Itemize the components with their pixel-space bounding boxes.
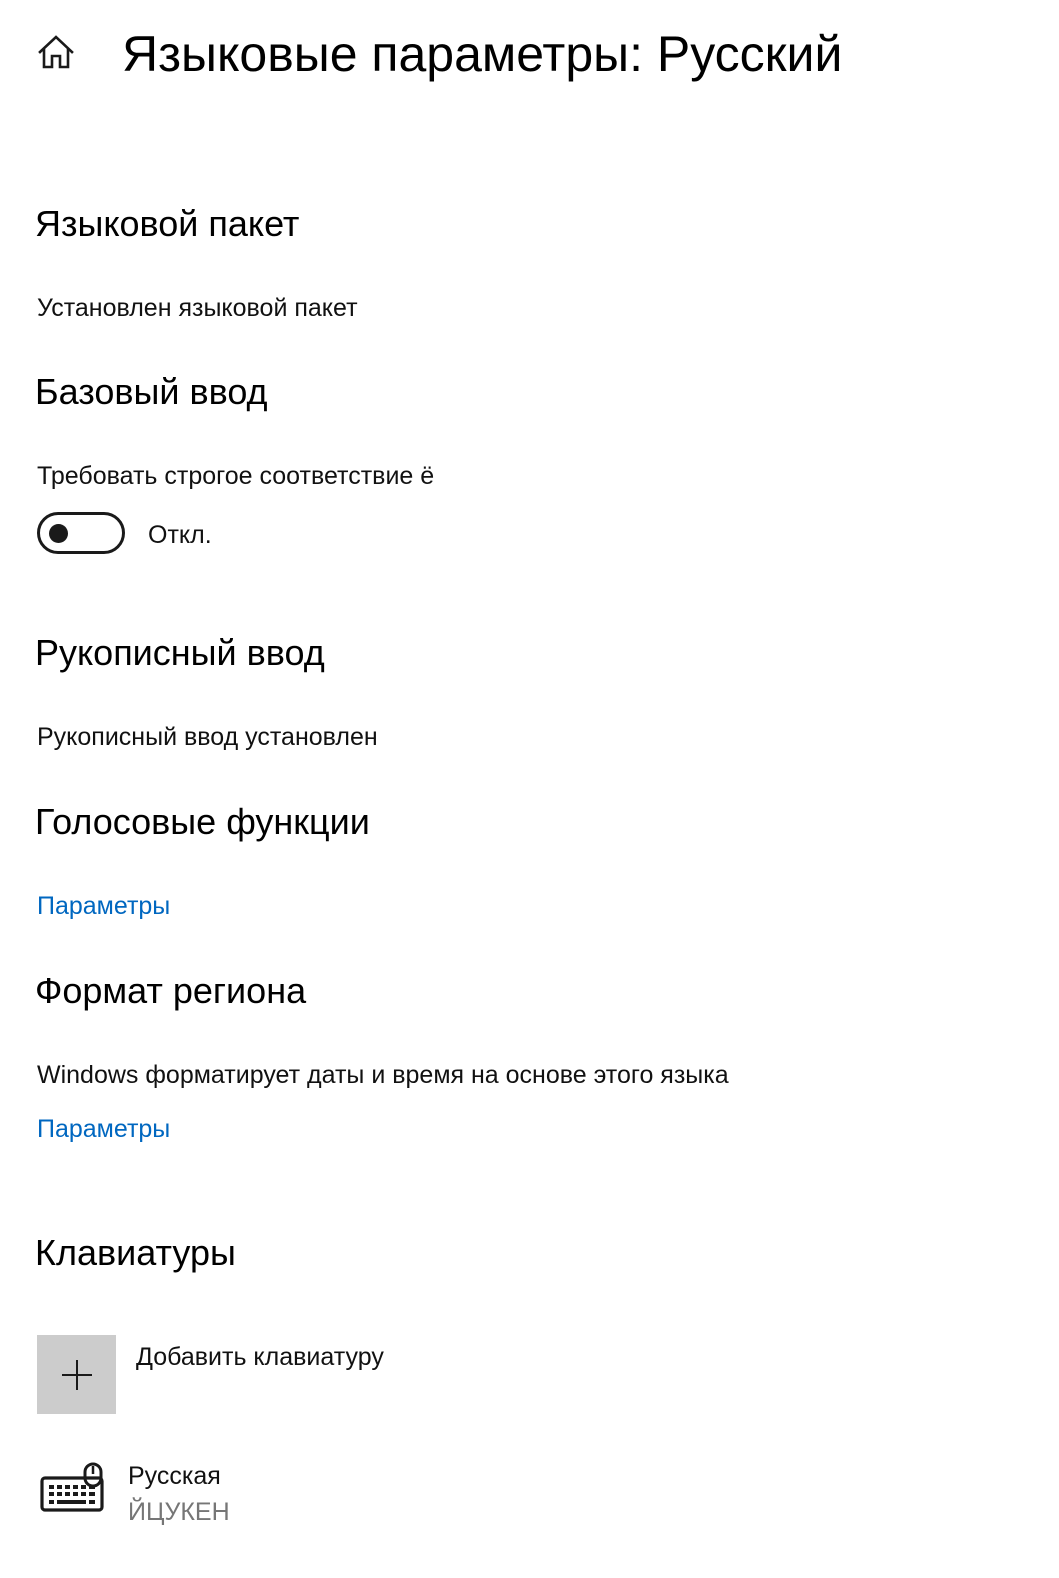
handwriting-status: Рукописный ввод установлен xyxy=(37,723,378,751)
region-format-description: Windows форматирует даты и время на осно… xyxy=(37,1061,729,1089)
toggle-knob xyxy=(49,524,68,543)
keyboard-name: Русская xyxy=(128,1462,221,1490)
add-keyboard-button[interactable] xyxy=(37,1335,116,1414)
keyboard-layout: ЙЦУКЕН xyxy=(128,1498,230,1526)
page-title: Языковые параметры: Русский xyxy=(122,26,843,82)
language-pack-heading: Языковой пакет xyxy=(35,203,300,244)
plus-icon xyxy=(61,1359,92,1390)
region-format-options-link[interactable]: Параметры xyxy=(37,1112,170,1146)
basic-input-heading: Базовый ввод xyxy=(35,371,268,412)
strict-yo-label: Требовать строгое соответствие ё xyxy=(37,462,435,490)
speech-options-link[interactable]: Параметры xyxy=(37,889,170,923)
region-format-heading: Формат региона xyxy=(35,970,307,1011)
speech-heading: Голосовые функции xyxy=(35,801,370,842)
home-button[interactable] xyxy=(28,24,84,80)
keyboard-icon xyxy=(40,1462,104,1512)
add-keyboard-label[interactable]: Добавить клавиатуру xyxy=(136,1340,384,1374)
handwriting-heading: Рукописный ввод xyxy=(35,632,325,673)
strict-yo-toggle[interactable] xyxy=(37,512,125,554)
home-icon xyxy=(38,35,74,69)
language-pack-status: Установлен языковой пакет xyxy=(37,294,358,322)
toggle-state-label: Откл. xyxy=(148,521,212,549)
keyboard-item-russian[interactable]: Русская ЙЦУКЕН xyxy=(37,1456,457,1540)
keyboards-heading: Клавиатуры xyxy=(35,1232,236,1273)
